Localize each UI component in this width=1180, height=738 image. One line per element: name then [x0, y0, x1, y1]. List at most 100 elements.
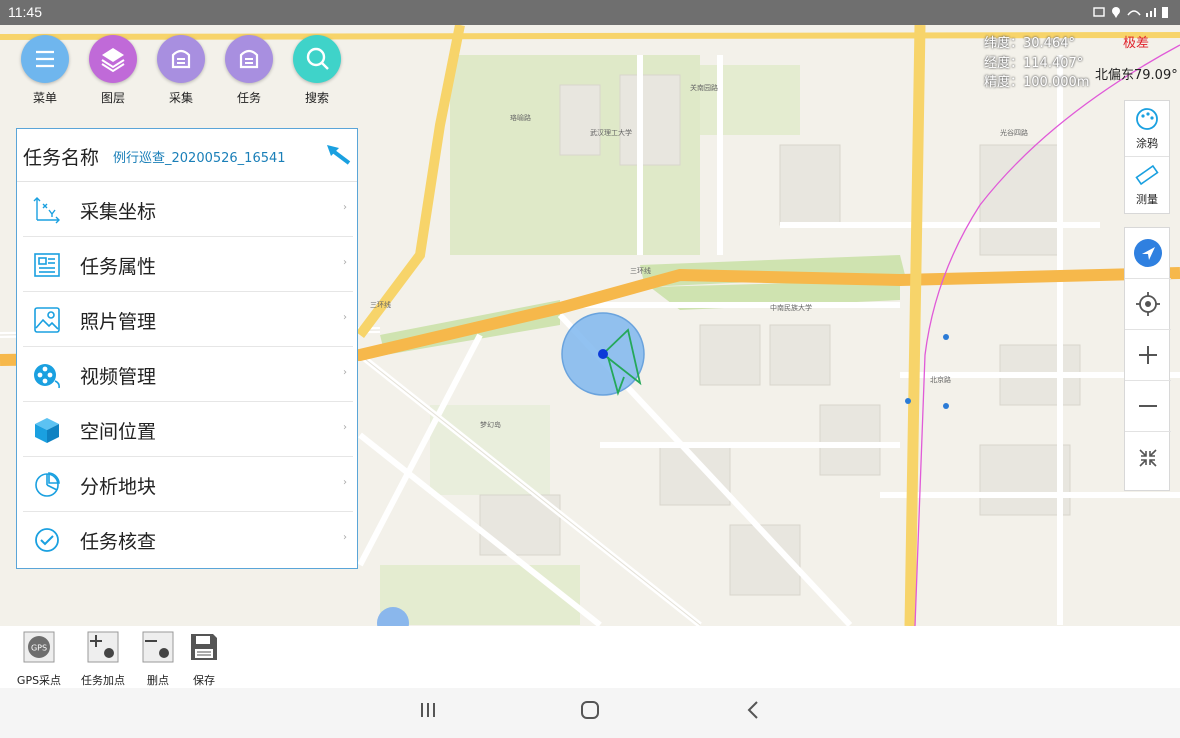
map-label: 武汉理工大学	[590, 128, 632, 137]
chevron-right-icon: ›	[343, 367, 347, 378]
system-nav-bar	[0, 688, 1180, 738]
menu-item-photo-management[interactable]: 照片管理 ›	[23, 292, 353, 347]
task-icon	[225, 35, 273, 83]
video-icon	[34, 364, 60, 389]
task-button[interactable]: 任务	[222, 35, 276, 106]
map-label: 光谷四路	[1000, 128, 1028, 137]
gps-icon: GPS	[23, 631, 55, 663]
status-time: 11:45	[8, 4, 42, 20]
menu-item-video-management[interactable]: 视频管理 ›	[23, 347, 353, 402]
map-label: 北京路	[930, 375, 951, 384]
photo-icon	[34, 307, 60, 333]
recent-apps-button[interactable]	[419, 700, 437, 725]
menu-item-spatial-position[interactable]: 空间位置 ›	[23, 402, 353, 457]
task-name-title: 任务名称	[23, 147, 100, 169]
recent-apps-icon	[421, 703, 435, 717]
coordinate-icon	[33, 197, 60, 224]
collect-button[interactable]: 采集	[154, 35, 208, 106]
map-label: 三环线	[370, 300, 391, 309]
task-name-value: 例行巡查_20200526_16541	[113, 151, 286, 166]
search-button[interactable]: 搜索	[290, 35, 344, 106]
list-icon	[21, 35, 69, 83]
save-button[interactable]: 保存	[186, 631, 222, 688]
draw-tools: 涂鸦 测量	[1124, 100, 1170, 214]
chevron-right-icon: ›	[343, 532, 347, 543]
menu-button[interactable]: 菜单	[18, 35, 72, 106]
collapse-arrow-icon[interactable]	[323, 141, 353, 171]
plus-icon	[1139, 346, 1157, 364]
latitude-readout: 纬度：30.464°	[984, 36, 1075, 51]
gps-point-label: GPS采点	[16, 674, 62, 687]
delete-point-icon	[142, 631, 174, 663]
chevron-right-icon: ›	[343, 477, 347, 488]
status-icons	[1092, 5, 1172, 22]
add-point-icon	[87, 631, 119, 663]
longitude-readout: 经度：114.407°	[984, 56, 1084, 71]
locate-button[interactable]	[1125, 279, 1171, 330]
navigate-icon	[1134, 239, 1162, 267]
menu-item-label: 任务属性	[80, 256, 157, 278]
home-icon	[581, 701, 599, 719]
attributes-icon	[34, 253, 60, 277]
cube-icon	[35, 418, 59, 443]
collect-label: 采集	[168, 91, 193, 105]
gps-point-button[interactable]: GPS GPS采点	[14, 631, 64, 688]
search-label: 搜索	[304, 91, 329, 105]
check-icon	[35, 528, 59, 552]
menu-item-task-check[interactable]: 任务核查 ›	[23, 512, 353, 567]
home-button[interactable]	[580, 700, 600, 725]
chevron-right-icon: ›	[343, 312, 347, 323]
map-controls	[1124, 227, 1171, 491]
heading-readout: 北偏东79.09°	[1095, 68, 1178, 83]
precision-readout: 精度：100.000m	[984, 75, 1090, 90]
task-panel: 任务名称 例行巡查_20200526_16541 采集坐标 › 任务属性 › 照…	[16, 128, 358, 569]
back-button[interactable]	[745, 700, 761, 725]
menu-item-task-attributes[interactable]: 任务属性 ›	[23, 237, 353, 292]
search-icon	[293, 35, 341, 83]
pie-icon	[35, 472, 60, 497]
delete-point-button[interactable]: 删点	[140, 631, 176, 688]
ruler-icon	[1135, 164, 1159, 186]
accuracy-label: 极差	[1123, 36, 1150, 51]
back-icon	[747, 701, 758, 719]
status-bar: 11:45	[0, 0, 1180, 25]
save-label: 保存	[193, 674, 215, 687]
menu-item-label: 采集坐标	[80, 201, 157, 223]
collapse-icon	[1139, 448, 1157, 467]
menu-item-label: 视频管理	[80, 366, 157, 388]
map-label: 关南园路	[690, 83, 718, 92]
map-label: 梦幻岛	[480, 420, 501, 429]
menu-item-analyze-parcel[interactable]: 分析地块 ›	[23, 457, 353, 512]
navigate-button[interactable]	[1125, 228, 1171, 279]
delete-point-label: 删点	[147, 674, 169, 687]
map-label: 三环线	[630, 266, 651, 275]
signal-icon	[1093, 7, 1168, 18]
zoom-out-button[interactable]	[1125, 381, 1171, 432]
menu-item-label: 空间位置	[80, 421, 157, 443]
menu-item-collect-coords[interactable]: 采集坐标 ›	[23, 182, 353, 237]
bottom-toolbar: GPS GPS采点 任务加点 删点 保存	[0, 626, 1180, 688]
layers-button[interactable]: 图层	[86, 35, 140, 106]
doodle-label: 涂鸦	[1136, 137, 1158, 150]
minus-icon	[1139, 405, 1157, 407]
zoom-in-button[interactable]	[1125, 330, 1171, 381]
chevron-right-icon: ›	[343, 422, 347, 433]
menu-item-label: 照片管理	[80, 311, 157, 333]
chevron-right-icon: ›	[343, 257, 347, 268]
collapse-button[interactable]	[1125, 432, 1171, 483]
layers-icon	[89, 35, 137, 83]
task-panel-header: 任务名称 例行巡查_20200526_16541	[17, 129, 357, 182]
collect-icon	[157, 35, 205, 83]
doodle-button[interactable]: 涂鸦	[1125, 101, 1169, 157]
map-label: 珞喻路	[510, 113, 531, 122]
chevron-right-icon: ›	[343, 202, 347, 213]
map-label: 中南民族大学	[770, 303, 812, 312]
add-point-button[interactable]: 任务加点	[77, 631, 129, 688]
measure-label: 测量	[1136, 193, 1158, 206]
measure-button[interactable]: 测量	[1125, 157, 1169, 213]
add-point-label: 任务加点	[81, 674, 125, 687]
menu-item-label: 任务核查	[80, 531, 157, 553]
task-label: 任务	[236, 91, 261, 105]
layers-label: 图层	[100, 91, 125, 105]
locate-icon	[1136, 292, 1160, 316]
